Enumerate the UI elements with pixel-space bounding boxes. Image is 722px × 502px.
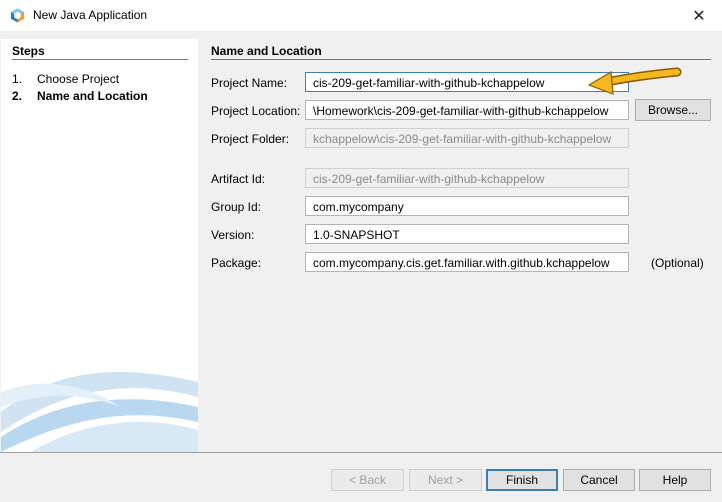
step-number: 1. [12,72,23,86]
group-id-input[interactable]: com.mycompany [305,196,629,216]
step-name-and-location: 2. Name and Location [12,89,148,103]
group-id-label: Group Id: [211,200,262,214]
netbeans-logo-icon [10,8,25,23]
optional-note: (Optional) [651,256,704,270]
section-heading: Name and Location [211,44,322,58]
steps-divider [12,59,188,60]
version-label: Version: [211,228,255,242]
cancel-button[interactable]: Cancel [563,469,635,491]
project-name-input[interactable]: cis-209-get-familiar-with-github-kchappe… [305,72,629,92]
next-button[interactable]: Next > [409,469,482,491]
help-button[interactable]: Help [639,469,711,491]
artifact-id-label: Artifact Id: [211,172,266,186]
footer-separator [0,452,722,453]
decorative-swoosh-graphic [1,372,198,452]
package-label: Package: [211,256,262,270]
project-folder-input: kchappelow\cis-209-get-familiar-with-git… [305,128,629,148]
steps-panel: Steps 1. Choose Project 2. Name and Locati… [1,39,198,452]
steps-heading: Steps [12,44,45,58]
project-name-label: Project Name: [211,76,288,90]
step-label: Name and Location [37,89,148,103]
window-title: New Java Application [33,8,148,22]
close-button[interactable]: ✕ [676,0,722,31]
project-location-label: Project Location: [211,104,301,118]
step-choose-project: 1. Choose Project [12,72,119,86]
close-icon: ✕ [692,7,706,25]
back-button[interactable]: < Back [331,469,404,491]
arrow-pointer-icon [587,67,682,95]
browse-button[interactable]: Browse... [635,99,711,121]
project-location-input[interactable]: \Homework\cis-209-get-familiar-with-gith… [305,100,629,120]
step-label: Choose Project [37,72,120,86]
project-folder-label: Project Folder: [211,132,290,146]
section-divider [211,59,711,60]
artifact-id-input: cis-209-get-familiar-with-github-kchappe… [305,168,629,188]
version-input[interactable]: 1.0-SNAPSHOT [305,224,629,244]
step-number: 2. [12,89,23,103]
finish-button[interactable]: Finish [486,469,558,491]
title-bar: New Java Application ✕ [0,0,722,31]
package-input[interactable]: com.mycompany.cis.get.familiar.with.gith… [305,252,629,272]
